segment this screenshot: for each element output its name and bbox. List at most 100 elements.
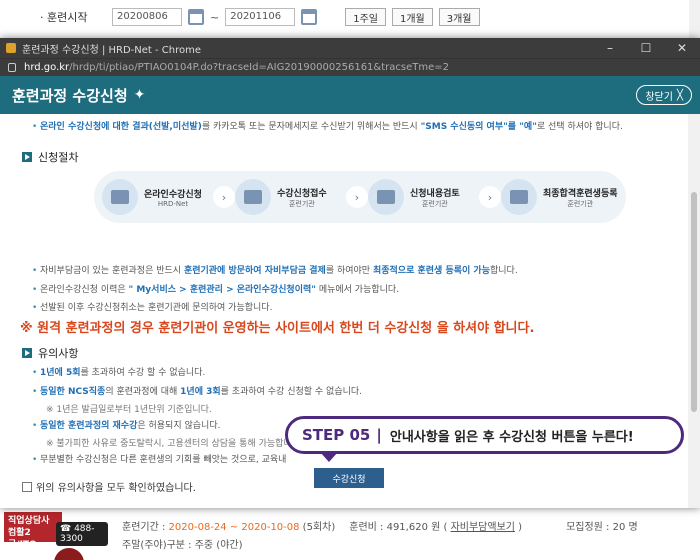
magnifier-icon bbox=[368, 179, 404, 215]
badge-logo bbox=[54, 548, 84, 560]
section-play-icon bbox=[22, 152, 32, 162]
caution-highlight: 동일한 훈련과정의 재수강 bbox=[40, 421, 138, 431]
three-month-button[interactable]: 3개월 bbox=[438, 8, 480, 26]
training-period: 훈련기간 : 2020-08-24 ~ 2020-10-08 (5회차) bbox=[122, 518, 335, 533]
callout-text: 안내사항을 읽은 후 수강신청 버튼을 누른다! bbox=[389, 429, 634, 445]
step-callout: STEP 05 | 안내사항을 읽은 후 수강신청 버튼을 누른다! bbox=[285, 416, 684, 454]
caution-2-note: ※ 1년은 발급일로부터 1년단위 기준입니다. bbox=[46, 405, 212, 415]
background-search-bar: · 훈련시작 20200806 ~ 20201106 1주일 1개월 3개월 bbox=[0, 0, 700, 38]
notice-text: 를 카카오톡 또는 문자메세지로 수신받기 위해서는 반드시 bbox=[201, 122, 421, 132]
one-week-button[interactable]: 1주일 bbox=[345, 8, 386, 26]
procedure-steps: 온라인수강신청 HRD-Net › 수강신청접수 훈련기관 › 신청내용검토 훈련기관… bbox=[94, 171, 626, 223]
history-tail: 메뉴에서 가능합니다. bbox=[315, 285, 400, 295]
lock-icon bbox=[8, 63, 16, 72]
phone-number: 488-3300 bbox=[60, 524, 95, 544]
self-pay-link[interactable]: 자비부담액보기 bbox=[451, 522, 515, 533]
callout-separator: | bbox=[376, 426, 382, 444]
self-pay-highlight2: 최종적으로 훈련생 등록이 가능 bbox=[372, 266, 490, 276]
close-icon[interactable]: ✕ bbox=[664, 41, 700, 55]
callout-tail bbox=[320, 452, 338, 462]
close-popup-label: 창닫기 bbox=[645, 91, 673, 103]
section-play-icon bbox=[22, 348, 32, 358]
scroll-thumb[interactable] bbox=[691, 192, 697, 412]
caution-2: 동일한 NCS직종의 훈련과정에 대해 1년에 3회를 초과하여 수강 신청할 … bbox=[32, 386, 660, 398]
callout-step-number: STEP 05 bbox=[302, 426, 371, 444]
folder-icon bbox=[235, 179, 271, 215]
history-path: " My서비스 > 훈련관리 > 온라인수강신청이력" bbox=[128, 285, 316, 295]
window-title: 훈련과정 수강신청 | HRD-Net - Chrome bbox=[22, 44, 202, 56]
step-title: 온라인수강신청 bbox=[144, 189, 202, 200]
step-final-registration: 최종합격훈련생등록 훈련기관 bbox=[493, 179, 626, 215]
online-result-notice: 온라인 수강신청에 대한 결과(선발,미선발)를 카카오톡 또는 문자메세지로 … bbox=[32, 121, 660, 133]
section-caution: 유의사항 bbox=[22, 345, 78, 361]
cancel-notice: 선발된 이후 수강신청취소는 훈련기관에 문의하여 가능합니다. bbox=[32, 302, 660, 314]
step-title: 신청내용검토 bbox=[410, 188, 460, 199]
agree-checkbox[interactable] bbox=[22, 481, 32, 492]
notice-sms: "SMS 수신동의 여부"를 "예" bbox=[420, 122, 537, 132]
session-count: (5회차) bbox=[299, 522, 336, 533]
caution-text: 은 허용되지 않습니다. bbox=[137, 421, 221, 431]
close-popup-button[interactable]: 창닫기 ╳ bbox=[636, 85, 692, 105]
apply-button[interactable]: 수강신청 bbox=[314, 468, 384, 488]
schedule-type: 주말(주야)구분 : 주중 (야간) bbox=[122, 540, 243, 551]
remote-course-warning: ※ 원격 훈련과정의 경우 훈련기관이 운영하는 사이트에서 한번 더 수강신청… bbox=[20, 321, 535, 336]
popup-scrollbar[interactable] bbox=[688, 114, 700, 508]
notice-highlight: 온라인 수강신청에 대한 결과(선발,미선발) bbox=[40, 122, 202, 132]
self-pay-text: 자비부담금이 있는 훈련과정은 반드시 bbox=[40, 266, 184, 276]
address-host: hrd.go.kr bbox=[24, 62, 70, 73]
date-filter-row: · 훈련시작 20200806 ~ 20201106 1주일 1개월 3개월 bbox=[40, 8, 480, 26]
period-label-text: 훈련기간 : bbox=[122, 522, 169, 533]
phone-badge: ☎ 488-3300 bbox=[56, 522, 108, 546]
step-sub: 훈련기관 bbox=[567, 199, 594, 208]
popup-header: 훈련과정 수강신청 ✦ 창닫기 ╳ bbox=[0, 76, 700, 114]
fee-close-paren: ) bbox=[514, 522, 523, 533]
date-to-input[interactable]: 20201106 bbox=[225, 8, 296, 26]
close-x-icon: ╳ bbox=[676, 89, 683, 101]
address-bar[interactable]: hrd.go.kr/hrdp/ti/ptiao/PTIAO0104P.do?tr… bbox=[0, 58, 700, 76]
step-sub: 훈련기관 bbox=[421, 199, 448, 208]
window-titlebar: 훈련과정 수강신청 | HRD-Net - Chrome – ☐ ✕ bbox=[0, 38, 700, 58]
step-online-apply: 온라인수강신청 HRD-Net › bbox=[94, 179, 235, 215]
history-text: 온라인수강신청 이력은 bbox=[40, 285, 129, 295]
document-icon bbox=[501, 179, 537, 215]
caution-tail: 를 초과하여 수강 신청할 수 없습니다. bbox=[220, 387, 363, 397]
address-path: /hrdp/ti/ptiao/PTIAO0104P.do?tracseId=AI… bbox=[69, 62, 449, 73]
section-caution-title: 유의사항 bbox=[38, 347, 79, 360]
step-title: 최종합격훈련생등록 bbox=[543, 188, 618, 199]
badge-label: 직업상담사 컴활2급/ITQ bbox=[4, 512, 62, 550]
caution-1: 1년에 5회를 초과하여 수강 할 수 없습니다. bbox=[32, 367, 660, 379]
monitor-icon bbox=[102, 179, 138, 215]
section-procedure: 신청절차 bbox=[22, 149, 78, 165]
self-pay-text2: 를 하여야만 bbox=[325, 266, 373, 276]
caution-text: 를 초과하여 수강 할 수 없습니다. bbox=[80, 368, 206, 378]
capacity: 모집정원 : 20 명 bbox=[566, 522, 638, 533]
minimize-icon[interactable]: – bbox=[592, 41, 628, 55]
institution-badge: 직업상담사 컴활2급/ITQ ☎ 488-3300 bbox=[4, 512, 108, 560]
date-from-input[interactable]: 20200806 bbox=[112, 8, 182, 26]
caution-highlight2: 1년에 3회 bbox=[180, 387, 221, 397]
training-fee: 훈련비 : 491,620 원 ( 자비부담액보기 ) bbox=[349, 518, 522, 533]
self-pay-highlight: 훈련기관에 방문하여 자비부담금 결제 bbox=[183, 266, 326, 276]
fee-label: 훈련비 : 491,620 원 ( bbox=[349, 522, 451, 533]
period-label: · 훈련시작 bbox=[40, 11, 88, 24]
caution-4: 무분별한 수강신청은 다른 훈련생의 기회를 빼앗는 것으로, 교육내 bbox=[32, 454, 660, 466]
course-info-strip: 직업상담사 컴활2급/ITQ ☎ 488-3300 훈련기간 : 2020-08… bbox=[0, 508, 700, 560]
step-sub: HRD-Net bbox=[157, 199, 189, 208]
notice-tail: 로 선택 하셔야 합니다. bbox=[536, 122, 623, 132]
history-notice: 온라인수강신청 이력은 " My서비스 > 훈련관리 > 온라인수강신청이력" … bbox=[32, 284, 660, 296]
agree-row[interactable]: 위의 유의사항을 모두 확인하였습니다. bbox=[22, 479, 196, 494]
step-sub: 훈련기관 bbox=[288, 199, 315, 208]
caution-highlight: 1년에 5회 bbox=[40, 368, 81, 378]
caution-text: 의 훈련과정에 대해 bbox=[105, 387, 181, 397]
agree-label[interactable]: 위의 유의사항을 모두 확인하였습니다. bbox=[36, 479, 196, 494]
self-pay-notice: 자비부담금이 있는 훈련과정은 반드시 훈련기관에 방문하여 자비부담금 결제를… bbox=[32, 265, 660, 277]
calendar-icon[interactable] bbox=[188, 9, 204, 25]
section-procedure-title: 신청절차 bbox=[38, 151, 79, 164]
one-month-button[interactable]: 1개월 bbox=[391, 8, 433, 26]
course-info: 훈련기간 : 2020-08-24 ~ 2020-10-08 (5회차) 훈련비… bbox=[122, 518, 638, 533]
calendar-icon[interactable] bbox=[301, 9, 318, 25]
maximize-icon[interactable]: ☐ bbox=[628, 41, 664, 55]
step-receipt: 수강신청접수 훈련기관 › bbox=[227, 179, 368, 215]
caution-3-note: ※ 불가피한 사유로 중도탈락시, 고용센터의 상담을 통해 가능합니다 bbox=[46, 439, 300, 449]
hrd-favicon-icon bbox=[6, 43, 16, 53]
